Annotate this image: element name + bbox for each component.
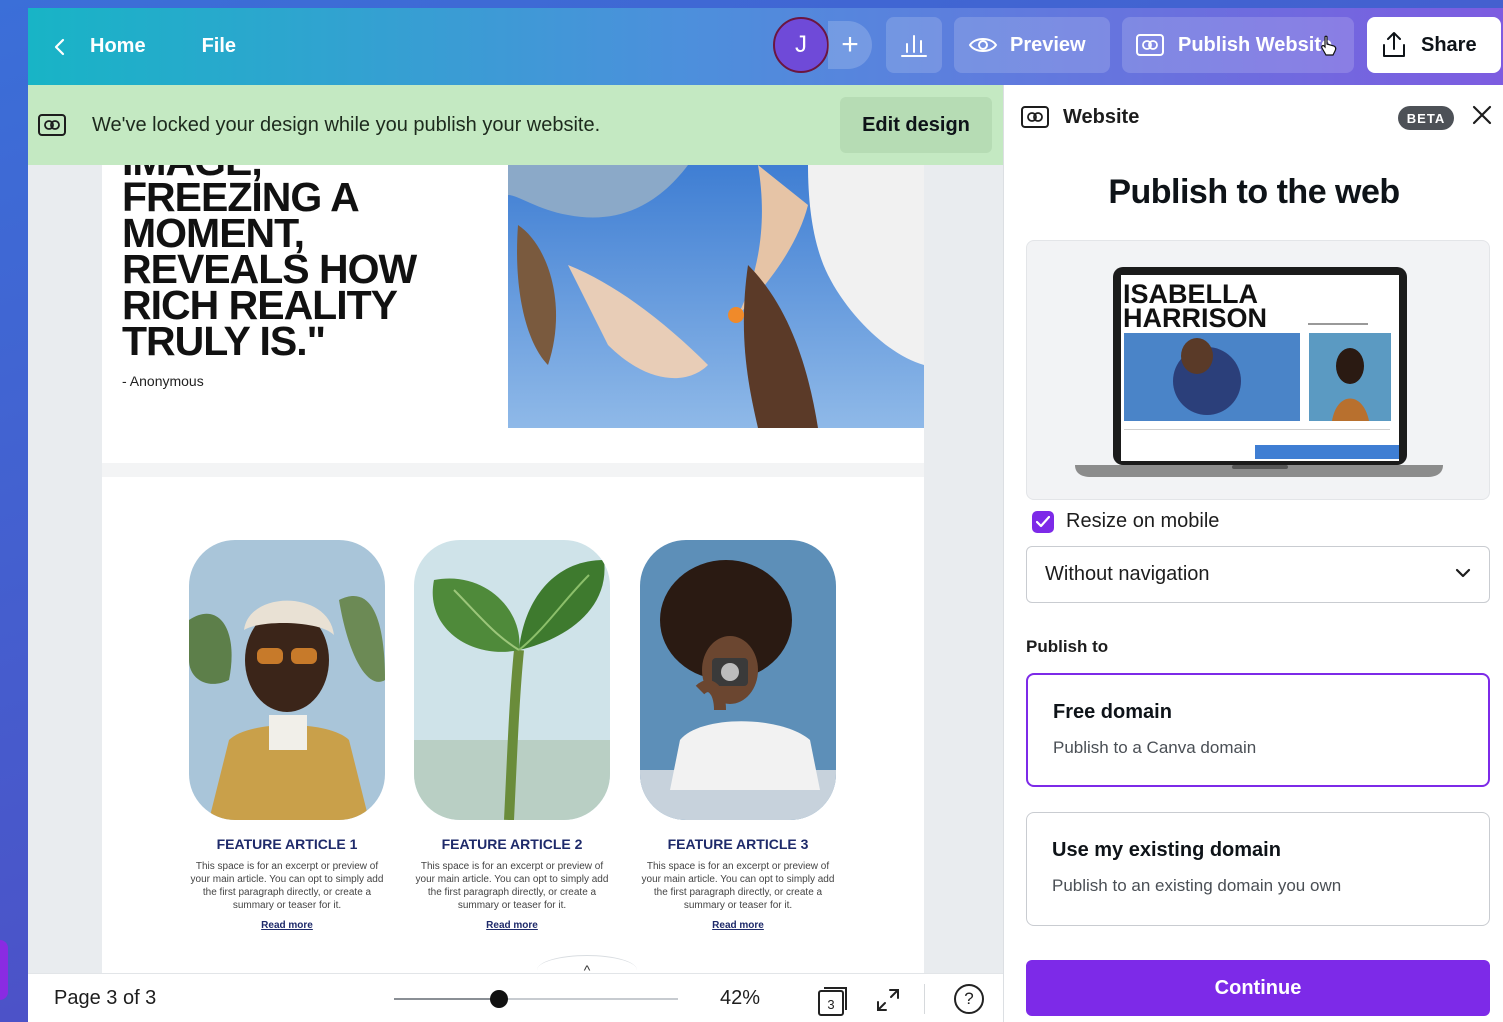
bar-chart-icon bbox=[901, 35, 927, 57]
read-more-link[interactable]: Read more bbox=[412, 920, 612, 931]
fullscreen-button[interactable] bbox=[874, 986, 902, 1019]
laptop-preview-illustration: ISABELLA HARRISON bbox=[1075, 267, 1443, 477]
help-icon: ? bbox=[964, 989, 974, 1008]
publish-heading: Publish to the web bbox=[1108, 173, 1400, 211]
zoom-slider-thumb[interactable] bbox=[490, 990, 509, 1008]
website-preview: ISABELLA HARRISON bbox=[1026, 240, 1490, 500]
navigation-select-value: Without navigation bbox=[1045, 563, 1210, 585]
feature-article-photo bbox=[640, 540, 836, 820]
feature-article-title: FEATURE ARTICLE 2 bbox=[441, 836, 583, 852]
top-toolbar: Home File J + Preview Publish Website Sh… bbox=[28, 8, 1503, 85]
quote-author: - Anonymous bbox=[122, 373, 204, 389]
feature-article-excerpt: This space is for an excerpt or preview … bbox=[415, 861, 609, 911]
chevron-left-icon bbox=[54, 38, 65, 55]
preview-site-name: HARRISON bbox=[1123, 303, 1267, 333]
free-domain-option[interactable]: Free domain Publish to a Canva domain bbox=[1026, 673, 1490, 787]
website-lock-icon bbox=[38, 114, 66, 136]
quote-text: IMAGE, FREEZING A MOMENT, REVEALS HOW RI… bbox=[122, 165, 502, 364]
eye-icon bbox=[968, 38, 998, 52]
divider bbox=[924, 984, 925, 1014]
option-title: Use my existing domain bbox=[1052, 839, 1281, 861]
existing-domain-option[interactable]: Use my existing domain Publish to an exi… bbox=[1026, 812, 1490, 926]
file-menu[interactable]: File bbox=[202, 35, 236, 58]
page-grid-button[interactable]: 3 bbox=[816, 986, 850, 1021]
beta-badge: BETA bbox=[1398, 106, 1454, 130]
close-icon[interactable] bbox=[1470, 103, 1494, 127]
bottom-status-bar: Page 3 of 3 42% 3 ? bbox=[28, 973, 1003, 1022]
locked-design-banner: We've locked your design while you publi… bbox=[28, 85, 1003, 165]
panel-title: Website bbox=[1063, 105, 1140, 128]
chevron-up-icon: ^ bbox=[583, 962, 591, 973]
share-button[interactable]: Share bbox=[1367, 17, 1501, 73]
feature-article-photo bbox=[189, 540, 385, 820]
read-more-link[interactable]: Read more bbox=[187, 920, 387, 931]
publish-to-heading: Publish to bbox=[1026, 637, 1109, 656]
feature-article-title: FEATURE ARTICLE 3 bbox=[667, 836, 809, 852]
background-decoration bbox=[0, 940, 8, 1000]
insights-button[interactable] bbox=[886, 17, 942, 73]
banner-message: We've locked your design while you publi… bbox=[92, 113, 601, 136]
feature-article-card[interactable]: FEATURE ARTICLE 1 This space is for an e… bbox=[187, 540, 387, 931]
resize-on-mobile-label: Resize on mobile bbox=[1066, 510, 1220, 532]
mouse-pointer-icon bbox=[1321, 35, 1337, 56]
share-upload-icon bbox=[1383, 32, 1405, 57]
continue-button[interactable]: Continue bbox=[1026, 960, 1490, 1016]
pages-icon: 3 bbox=[818, 987, 847, 1016]
feature-article-card[interactable]: FEATURE ARTICLE 2 This space is for an e… bbox=[412, 540, 612, 931]
navigation-select[interactable]: Without navigation bbox=[1026, 546, 1490, 603]
feature-article-title: FEATURE ARTICLE 1 bbox=[216, 836, 358, 852]
feature-article-photo bbox=[414, 540, 610, 820]
svg-text:3: 3 bbox=[827, 997, 834, 1012]
design-page[interactable]: IMAGE, FREEZING A MOMENT, REVEALS HOW RI… bbox=[102, 165, 924, 973]
quote-line: TRULY IS." bbox=[122, 318, 326, 364]
show-pages-toggle[interactable]: ^ bbox=[537, 955, 637, 973]
feature-article-card[interactable]: FEATURE ARTICLE 3 This space is for an e… bbox=[638, 540, 838, 931]
zoom-slider[interactable] bbox=[394, 998, 678, 1000]
option-subtitle: Publish to an existing domain you own bbox=[1052, 876, 1342, 895]
design-canvas[interactable]: IMAGE, FREEZING A MOMENT, REVEALS HOW RI… bbox=[28, 165, 1003, 973]
share-label: Share bbox=[1421, 33, 1477, 56]
avatar[interactable]: J bbox=[773, 17, 829, 73]
website-publish-panel: Website BETA Publish to the web ISABELLA… bbox=[1003, 85, 1503, 1022]
option-subtitle: Publish to a Canva domain bbox=[1053, 738, 1257, 757]
website-icon bbox=[1136, 34, 1164, 56]
feature-article-excerpt: This space is for an excerpt or preview … bbox=[190, 861, 384, 911]
section-divider bbox=[102, 463, 924, 477]
expand-icon bbox=[877, 989, 899, 1011]
canva-editor-window: Home File J + Preview Publish Website Sh… bbox=[28, 8, 1503, 1022]
zoom-slider-fill bbox=[394, 998, 500, 1000]
option-title: Free domain bbox=[1053, 701, 1172, 723]
feature-article-excerpt: This space is for an excerpt or preview … bbox=[641, 861, 835, 911]
chevron-down-icon bbox=[1455, 568, 1471, 578]
edit-design-button[interactable]: Edit design bbox=[840, 97, 992, 153]
checkmark-icon bbox=[1036, 515, 1050, 527]
read-more-link[interactable]: Read more bbox=[638, 920, 838, 931]
page-indicator: Page 3 of 3 bbox=[54, 986, 157, 1009]
publish-website-label: Publish Website bbox=[1178, 33, 1333, 56]
hero-photo[interactable] bbox=[508, 165, 924, 428]
zoom-level[interactable]: 42% bbox=[720, 987, 760, 1010]
preview-label: Preview bbox=[1010, 33, 1086, 56]
add-collaborator-button[interactable]: + bbox=[828, 21, 872, 69]
home-label: Home bbox=[90, 35, 146, 57]
resize-on-mobile-checkbox[interactable] bbox=[1032, 510, 1054, 533]
website-icon bbox=[1021, 106, 1049, 128]
home-button[interactable]: Home bbox=[50, 35, 146, 58]
resize-on-mobile-row[interactable]: Resize on mobile bbox=[1032, 510, 1219, 533]
help-button[interactable]: ? bbox=[954, 984, 984, 1014]
preview-button[interactable]: Preview bbox=[954, 17, 1110, 73]
